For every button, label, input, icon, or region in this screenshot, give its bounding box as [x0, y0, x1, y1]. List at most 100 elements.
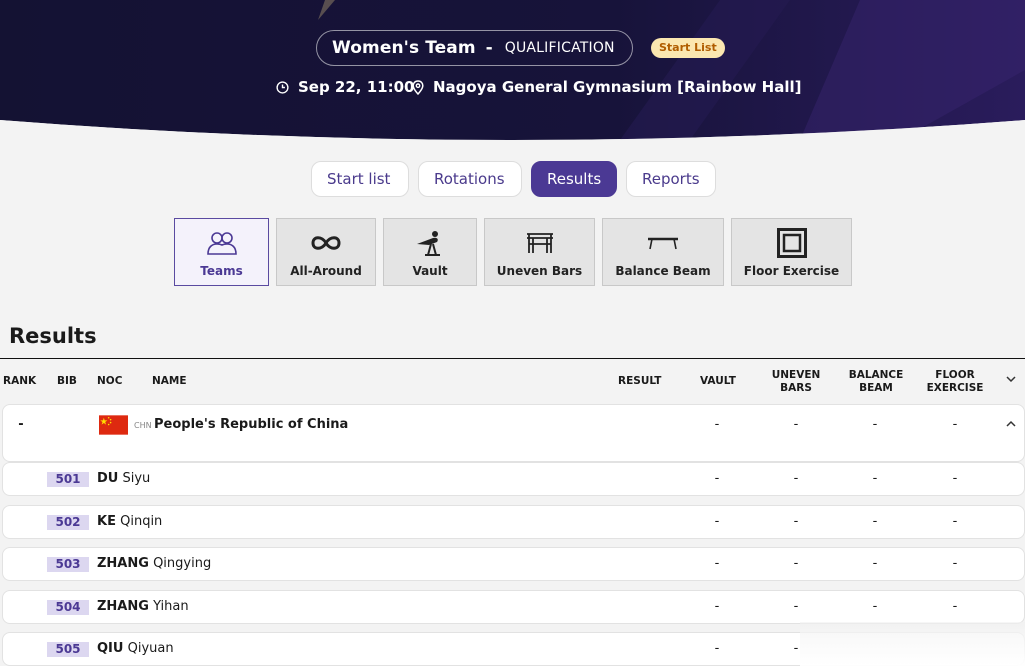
header-result: RESULT [618, 375, 662, 387]
athlete-uneven-bars: - [793, 556, 799, 571]
header-uneven-bars-line1: UNEVEN [771, 369, 821, 381]
event-phase: QUALIFICATION [504, 40, 615, 56]
athlete-name: ZHANG Yihan [97, 599, 189, 614]
apparatus-floor-exercise[interactable]: Floor Exercise [731, 218, 852, 286]
venue-text: Nagoya General Gymnasium [Rainbow Hall] [433, 78, 802, 96]
team-name: People's Republic of China [154, 417, 349, 432]
tab-rotations[interactable]: Rotations [418, 161, 522, 197]
vault-icon [415, 228, 445, 258]
event-title-pill: Women's Team - QUALIFICATION [316, 30, 633, 66]
apparatus-all-around[interactable]: All-Around [276, 218, 376, 286]
athlete-vault: - [714, 599, 720, 614]
athlete-vault: - [714, 556, 720, 571]
athlete-vault: - [714, 471, 720, 486]
clock-icon [276, 80, 289, 94]
event-venue: Nagoya General Gymnasium [Rainbow Hall] [412, 76, 801, 98]
view-tabs: Start list Rotations Results Reports [311, 161, 716, 197]
floor-exercise-icon [776, 228, 807, 258]
header-floor-exercise: FLOOR EXERCISE [925, 369, 985, 395]
apparatus-uneven-bars[interactable]: Uneven Bars [484, 218, 595, 286]
apparatus-label: All-Around [290, 264, 362, 278]
athlete-vault: - [714, 641, 720, 656]
header-balance-beam-line2: BEAM [859, 382, 893, 394]
chevron-up-icon[interactable] [1006, 420, 1016, 427]
athlete-given-name: Siyu [122, 471, 151, 486]
athlete-given-name: Yihan [153, 599, 189, 614]
athlete-given-name: Qinqin [120, 514, 163, 529]
athlete-floor-exercise: - [952, 514, 958, 529]
apparatus-label: Vault [412, 264, 448, 278]
balance-beam-icon [647, 228, 679, 258]
header-balance-beam: BALANCE BEAM [845, 369, 907, 395]
athlete-row[interactable]: 501 DU Siyu - - - - [2, 462, 1025, 496]
bib-number: 501 [47, 472, 89, 487]
team-floor-exercise: - [952, 417, 958, 432]
tab-start-list[interactable]: Start list [311, 161, 409, 197]
athlete-given-name: Qiyuan [127, 641, 174, 656]
header-uneven-bars-line2: BARS [780, 382, 812, 394]
athlete-balance-beam: - [872, 471, 878, 486]
event-header: Women's Team - QUALIFICATION Start List … [0, 0, 1025, 140]
team-row[interactable]: - CHN People's Republic of China - - - - [2, 404, 1025, 462]
athlete-name: KE Qinqin [97, 514, 162, 529]
apparatus-selector: Teams All-Around Vault Uneven Bars Balan… [174, 218, 852, 286]
team-balance-beam: - [872, 417, 878, 432]
header-bib: BIB [57, 375, 77, 387]
apparatus-vault[interactable]: Vault [383, 218, 477, 286]
athlete-balance-beam: - [872, 514, 878, 529]
athlete-name: ZHANG Qingying [97, 556, 211, 571]
scroll-fade-overlay [800, 622, 1025, 666]
tab-results[interactable]: Results [531, 161, 617, 197]
apparatus-label: Balance Beam [615, 264, 711, 278]
athlete-surname: ZHANG [97, 599, 149, 614]
athlete-row[interactable]: 504 ZHANG Yihan - - - - [2, 590, 1025, 624]
athlete-row[interactable]: 503 ZHANG Qingying - - - - [2, 547, 1025, 581]
athlete-floor-exercise: - [952, 556, 958, 571]
location-pin-icon [412, 79, 424, 95]
bib-number: 504 [47, 600, 89, 615]
header-uneven-bars: UNEVEN BARS [766, 369, 826, 395]
divider [0, 358, 1025, 359]
results-heading: Results [9, 324, 97, 348]
athlete-floor-exercise: - [952, 599, 958, 614]
apparatus-teams[interactable]: Teams [174, 218, 269, 286]
header-balance-beam-line1: BALANCE [848, 369, 904, 381]
athlete-uneven-bars: - [793, 471, 799, 486]
header-noc: NOC [97, 375, 123, 387]
bib-number: 505 [47, 642, 89, 657]
date-time-text: Sep 22, 11:00 [298, 78, 415, 96]
header-floor-exercise-line2: EXERCISE [926, 382, 984, 394]
apparatus-label: Teams [200, 264, 243, 278]
event-title: Women's Team [332, 38, 476, 58]
bib-number: 502 [47, 515, 89, 530]
athlete-vault: - [714, 514, 720, 529]
apparatus-label: Floor Exercise [743, 264, 840, 278]
team-noc-code: CHN [134, 421, 152, 430]
athlete-surname: QIU [97, 641, 124, 656]
infinity-icon [310, 228, 342, 258]
status-badge: Start List [651, 38, 725, 58]
athlete-uneven-bars: - [793, 599, 799, 614]
team-rank: - [18, 417, 24, 432]
china-flag-icon [99, 415, 128, 435]
header-background [0, 0, 1025, 140]
athlete-balance-beam: - [872, 556, 878, 571]
uneven-bars-icon [525, 228, 555, 258]
team-uneven-bars: - [793, 417, 799, 432]
tab-reports[interactable]: Reports [626, 161, 716, 197]
header-name: NAME [152, 375, 187, 387]
athlete-row[interactable]: 502 KE Qinqin - - - - [2, 505, 1025, 539]
athlete-name: QIU Qiyuan [97, 641, 174, 656]
athlete-balance-beam: - [872, 599, 878, 614]
apparatus-balance-beam[interactable]: Balance Beam [602, 218, 724, 286]
header-rank: RANK [3, 375, 37, 387]
header-floor-exercise-line1: FLOOR [935, 369, 975, 381]
teams-icon [206, 228, 238, 258]
athlete-given-name: Qingying [153, 556, 212, 571]
chevron-down-icon[interactable] [1006, 376, 1016, 383]
athlete-surname: DU [97, 471, 119, 486]
apparatus-label: Uneven Bars [496, 264, 583, 278]
team-vault: - [714, 417, 720, 432]
athlete-surname: KE [97, 514, 116, 529]
bib-number: 503 [47, 557, 89, 572]
